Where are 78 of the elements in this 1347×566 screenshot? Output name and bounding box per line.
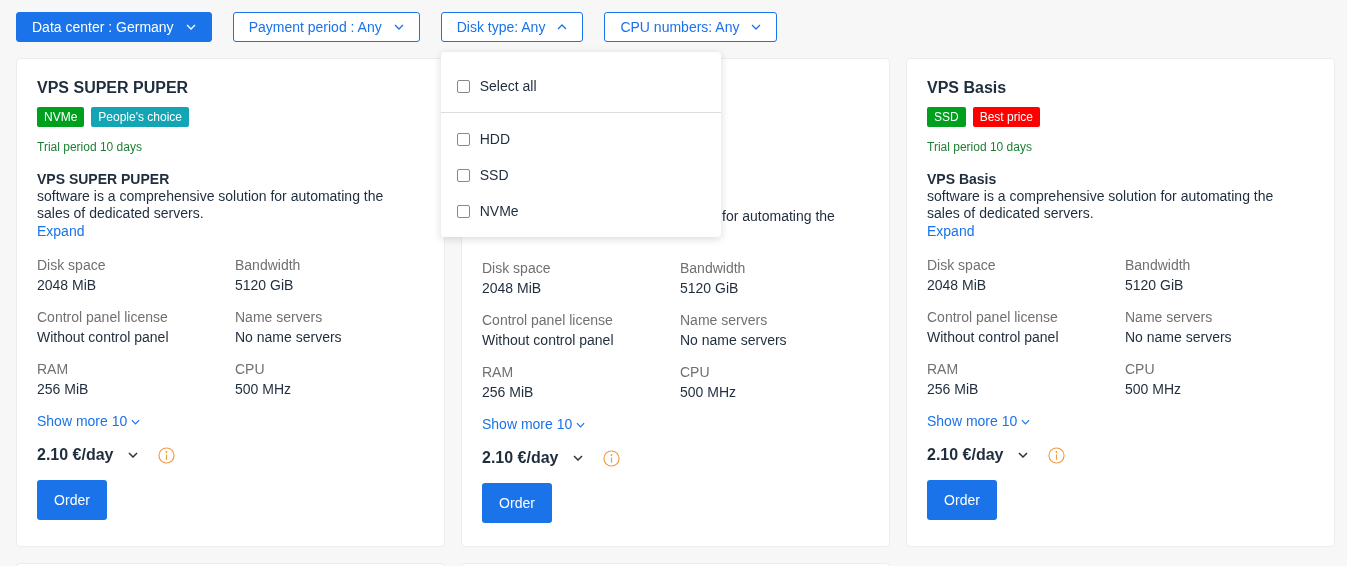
price-text: 2.10 €/day: [37, 446, 114, 464]
order-button[interactable]: Order: [37, 480, 107, 520]
chevron-icon: [185, 24, 196, 30]
plan-tag: SSD: [927, 107, 966, 127]
show-more-link[interactable]: Show more 10: [37, 412, 141, 431]
checkbox-option[interactable]: NVMe: [440, 193, 721, 229]
spec-label: CPU: [1125, 360, 1156, 379]
spec-label: RAM: [37, 360, 70, 379]
plan-title: VPS Basis: [927, 79, 1008, 98]
spec-value: No name servers: [680, 331, 788, 350]
plan-tag: NVMe: [37, 107, 85, 127]
spec-label: Bandwidth: [680, 259, 747, 278]
order-button[interactable]: Order: [482, 483, 552, 523]
spec-value: 2048 MiB: [927, 276, 988, 295]
spec-value: No name servers: [1125, 328, 1233, 347]
plan-tag: Best price: [972, 107, 1041, 127]
filter-dropdown-button[interactable]: Data center : Germany: [16, 12, 212, 42]
spec-value: Without control panel: [37, 328, 170, 347]
chevron-icon: [393, 24, 404, 30]
order-button[interactable]: Order: [927, 480, 997, 520]
spec-value: Without control panel: [927, 328, 1060, 347]
chevron-icon: [557, 24, 568, 30]
spec-label: RAM: [927, 360, 960, 379]
spec-value: Without control panel: [482, 331, 615, 350]
show-more-link[interactable]: Show more 10: [927, 412, 1031, 431]
spec-label: Bandwidth: [1125, 256, 1192, 275]
expand-link[interactable]: Expand: [927, 222, 975, 241]
show-more-link[interactable]: Show more 10: [482, 415, 586, 434]
spec-value: No name servers: [235, 328, 343, 347]
chevron-icon[interactable]: [572, 455, 583, 461]
checkbox-option[interactable]: SSD: [440, 157, 721, 193]
filter-dropdown-button[interactable]: CPU numbers: Any: [604, 12, 778, 42]
spec-label: RAM: [482, 363, 515, 382]
trial-period-text: Trial period 10 days: [37, 140, 143, 156]
chevron-icon: [1021, 418, 1031, 425]
filter-dropdown-button[interactable]: Payment period : Any: [232, 12, 420, 42]
chevron-icon: [576, 421, 586, 428]
spec-value: 5120 GiB: [680, 279, 740, 298]
spec-label: Disk space: [927, 256, 997, 275]
expand-link[interactable]: Expand: [37, 222, 85, 241]
chevron-icon: [131, 418, 141, 425]
spec-label: Name servers: [235, 308, 324, 327]
plan-title: VPS SUPER PUPER: [37, 79, 190, 98]
spec-label: Control panel license: [482, 311, 614, 330]
spec-label: Name servers: [680, 311, 769, 330]
spec-value: 500 MHz: [1125, 380, 1183, 399]
spec-label: Control panel license: [927, 308, 1059, 327]
spec-label: Name servers: [1125, 308, 1214, 327]
description-title: VPS Basis: [927, 171, 998, 188]
spec-value: 256 MiB: [927, 380, 980, 399]
spec-label: Control panel license: [37, 308, 169, 327]
spec-value: 5120 GiB: [235, 276, 295, 295]
spec-label: CPU: [680, 363, 711, 382]
description-title: VPS SUPER PUPER: [37, 171, 171, 188]
checkbox-option[interactable]: Select all: [440, 68, 721, 104]
spec-value: 256 MiB: [37, 380, 90, 399]
spec-label: Disk space: [37, 256, 107, 275]
checkbox-option[interactable]: HDD: [440, 121, 721, 157]
description-text: software is a comprehensive solution for automating the sales of dedicated servers.: [37, 188, 385, 222]
spec-label: Disk space: [482, 259, 552, 278]
chevron-icon: [751, 24, 762, 30]
chevron-icon[interactable]: [1017, 452, 1028, 458]
spec-value: 500 MHz: [235, 380, 293, 399]
chevron-icon[interactable]: [127, 452, 138, 458]
trial-period-text: Trial period 10 days: [927, 140, 1033, 156]
spec-value: 2048 MiB: [37, 276, 98, 295]
filter-dropdown-button[interactable]: Disk type: Any: [440, 12, 584, 42]
spec-label: Bandwidth: [235, 256, 302, 275]
spec-value: 2048 MiB: [482, 279, 543, 298]
description-text: software is a comprehensive solution for automating the sales of dedicated servers.: [927, 188, 1275, 222]
spec-value: 5120 GiB: [1125, 276, 1185, 295]
description-text: for automating the: [722, 208, 835, 224]
spec-value: 500 MHz: [680, 383, 738, 402]
spec-label: CPU: [235, 360, 266, 379]
plan-tag: People's choice: [91, 107, 190, 127]
price-text: 2.10 €/day: [482, 449, 559, 467]
spec-value: 256 MiB: [482, 383, 535, 402]
price-text: 2.10 €/day: [927, 446, 1004, 464]
